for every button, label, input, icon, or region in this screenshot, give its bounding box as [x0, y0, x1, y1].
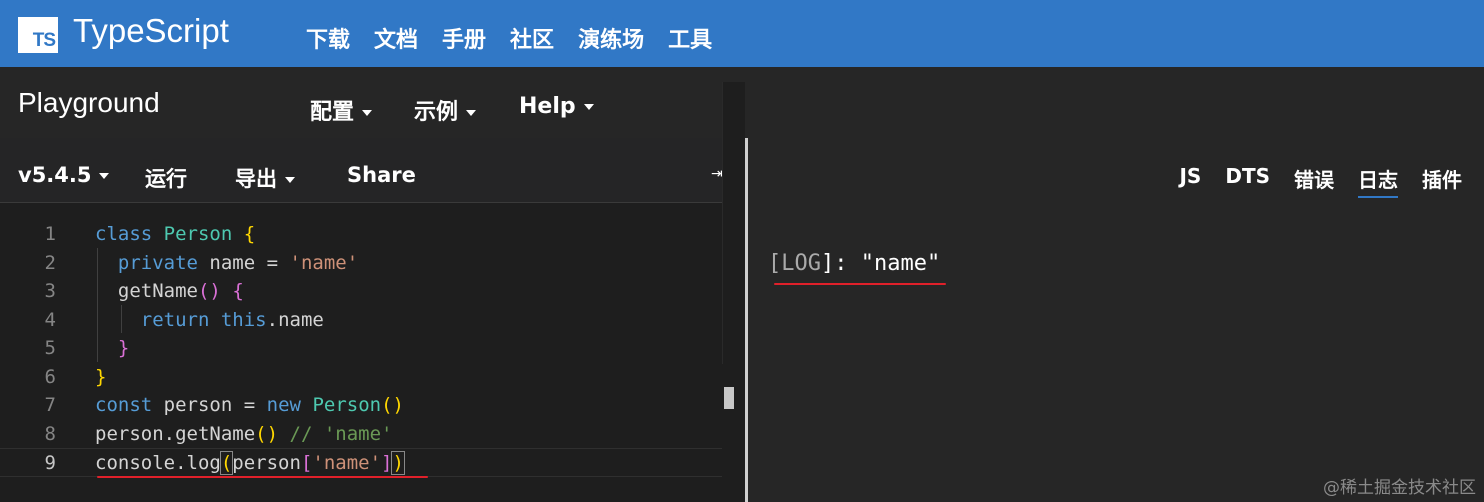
tab-dts[interactable]: DTS [1225, 164, 1270, 198]
code-text: person.getName() // 'name' [95, 422, 393, 445]
line-number: 5 [44, 337, 56, 359]
code-line: 2 private name = 'name' [0, 249, 722, 278]
code-line: 6 } [0, 363, 722, 392]
help-menu-label: Help [519, 94, 576, 119]
brand-title[interactable]: TypeScript [73, 12, 229, 50]
caret-down-icon [99, 173, 110, 179]
highlight-underline [97, 476, 428, 478]
config-menu-label: 配置 [310, 100, 355, 125]
collapse-sidebar-icon[interactable]: ⇥ [711, 166, 723, 182]
logo-text: TS [32, 30, 56, 51]
code-text: console.log(person['name']) [95, 451, 405, 475]
tab-plugins[interactable]: 插件 [1422, 164, 1462, 198]
watermark: @稀土掘金技术社区 [1323, 478, 1476, 498]
tab-errors[interactable]: 错误 [1294, 164, 1334, 198]
code-editor[interactable]: 1 class Person { 2 private name = 'name'… [0, 220, 722, 502]
nav-playground[interactable]: 演练场 [578, 22, 644, 54]
version-label: v5.4.5 [18, 163, 92, 187]
output-panel: JS DTS 错误 日志 插件 [LOG]: "name" @稀土掘金技术社区 [748, 138, 1484, 502]
nav-handbook[interactable]: 手册 [442, 22, 486, 54]
line-number: 8 [44, 422, 56, 445]
config-menu[interactable]: 配置 [310, 94, 373, 126]
version-select[interactable]: v5.4.5 [18, 163, 110, 187]
code-text: } [95, 365, 107, 388]
share-button[interactable]: Share [347, 163, 416, 187]
highlight-underline [774, 283, 946, 285]
line-number: 1 [44, 223, 56, 245]
caret-down-icon [583, 104, 594, 110]
nav-tools[interactable]: 工具 [668, 22, 712, 54]
log-level: LOG [781, 251, 821, 276]
code-text: const person = new Person() [95, 394, 404, 416]
code-line: 5 } [0, 334, 722, 363]
code-text: } [117, 337, 130, 359]
page-title: Playground [18, 87, 160, 118]
line-number: 7 [44, 394, 56, 416]
tab-logs[interactable]: 日志 [1358, 164, 1398, 198]
output-tabs: JS DTS 错误 日志 插件 [1155, 164, 1462, 198]
line-number: 4 [44, 308, 56, 331]
code-line: 3 getName() { [0, 277, 722, 306]
editor-scrollbar-thumb[interactable] [724, 387, 734, 409]
nav-community[interactable]: 社区 [510, 22, 554, 54]
code-line-active: 9 console.log(person['name']) [0, 448, 722, 477]
help-menu[interactable]: Help [519, 94, 594, 119]
examples-menu[interactable]: 示例 [414, 94, 477, 126]
caret-down-icon [466, 110, 477, 116]
export-menu[interactable]: 导出 [235, 163, 295, 193]
top-navbar: TS TypeScript 下载 文档 手册 社区 演练场 工具 [0, 0, 1484, 67]
top-nav-menu: 下载 文档 手册 社区 演练场 工具 [306, 22, 736, 54]
tab-js[interactable]: JS [1179, 164, 1201, 198]
line-number: 9 [44, 452, 56, 474]
caret-down-icon [362, 110, 373, 116]
code-line: 4 return this.name [0, 306, 722, 335]
code-text: getName() { [117, 280, 244, 302]
run-button[interactable]: 运行 [145, 163, 187, 193]
code-text: private name = 'name' [117, 251, 359, 274]
line-number: 2 [44, 251, 56, 274]
code-line: 7 const person = new Person() [0, 391, 722, 420]
export-label: 导出 [235, 167, 277, 191]
typescript-logo-icon[interactable]: TS [18, 17, 58, 53]
line-number: 3 [44, 280, 56, 302]
examples-menu-label: 示例 [414, 100, 459, 125]
editor-toolbar: v5.4.5 运行 导出 Share ⇥ [0, 138, 745, 203]
line-number: 6 [44, 365, 56, 388]
caret-down-icon [285, 177, 295, 183]
nav-docs[interactable]: 文档 [374, 22, 418, 54]
code-text: class Person { [95, 223, 256, 245]
nav-download[interactable]: 下载 [306, 22, 350, 54]
log-value: "name" [860, 251, 941, 276]
log-entry: [LOG]: "name" [768, 251, 941, 276]
editor-scrollbar[interactable] [722, 82, 745, 364]
code-text: return this.name [140, 308, 324, 331]
code-line: 1 class Person { [0, 220, 722, 249]
code-line: 8 person.getName() // 'name' [0, 420, 722, 449]
